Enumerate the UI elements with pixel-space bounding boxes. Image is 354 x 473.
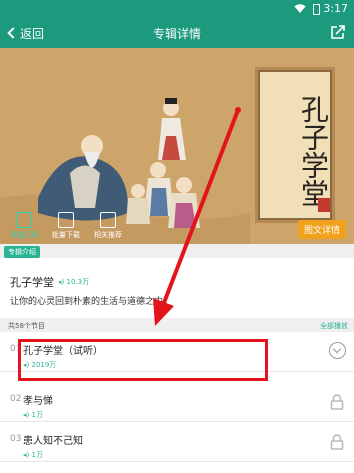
batch-download-label: 批量下载 (52, 231, 80, 239)
subscribe-label: 添加订阅 (10, 231, 38, 239)
play-all-button[interactable]: 全部播放 (320, 321, 348, 331)
battery-icon (313, 4, 320, 15)
album-cover-banner: 孔子学堂 图文详情 添加订阅 批量下载 相关推荐 (0, 48, 354, 244)
batch-download-button[interactable]: 批量下载 (48, 212, 84, 240)
episode-row[interactable]: 01 孔子学堂（试听） ◂) 2019万 (0, 334, 354, 372)
album-actions: 添加订阅 批量下载 相关推荐 (6, 212, 126, 240)
album-description: 让你的心灵回到朴素的生活与道德之中 (10, 297, 164, 307)
episode-number: 02 (10, 394, 22, 404)
episode-play-count-value: 1万 (31, 411, 43, 419)
related-recommend-button[interactable]: 相关推荐 (90, 212, 126, 240)
episode-title: 孔子学堂（试听） (23, 346, 103, 357)
scroll-title-panel: 孔子学堂 (258, 70, 332, 220)
episode-play-count-value: 2019万 (31, 361, 57, 369)
episode-number: 01 (10, 344, 22, 354)
episode-play-count-value: 1万 (31, 451, 43, 459)
subscribe-button[interactable]: 添加订阅 (6, 212, 42, 240)
section-tag: 专辑介绍 (4, 246, 40, 258)
image-text-detail-button[interactable]: 图文详情 (297, 220, 346, 239)
related-recommend-label: 相关推荐 (94, 231, 122, 239)
episode-play-count: ◂) 1万 (23, 411, 43, 419)
page-title: 专辑详情 (152, 27, 201, 41)
status-bar: 3:17 (0, 0, 354, 18)
episode-count: 共58个节目 (8, 322, 45, 330)
episode-row[interactable]: 02 孝与悌 ◂) 1万 (0, 384, 354, 422)
episode-row[interactable]: 03 患人知不己知 ◂) 1万 (0, 424, 354, 462)
seal-stamp (318, 198, 330, 212)
album-play-count-value: 10.3万 (66, 278, 90, 286)
lock-icon (330, 434, 344, 450)
intro-section-strip: 专辑介绍 (0, 244, 354, 258)
subscribe-icon (16, 212, 32, 228)
status-time: 3:17 (323, 2, 348, 15)
episode-play-count: ◂) 1万 (23, 451, 43, 459)
download-icon (58, 212, 74, 228)
title-bar: 返回 专辑详情 (0, 18, 354, 48)
episode-title: 孝与悌 (23, 396, 53, 407)
lock-icon (330, 394, 344, 410)
scroll-title: 孔子学堂 (297, 95, 330, 207)
share-icon[interactable] (330, 24, 346, 40)
chevron-down-icon[interactable] (329, 342, 346, 359)
wifi-icon (294, 4, 306, 13)
episode-play-count: ◂) 2019万 (23, 361, 57, 369)
recommend-icon (100, 212, 116, 228)
episode-list-header: 共58个节目 全部播放 (0, 318, 354, 332)
album-play-count: ◂) 10.3万 (58, 278, 90, 286)
episode-number: 03 (10, 434, 22, 444)
album-title: 孔子学堂 (10, 276, 54, 289)
episode-title: 患人知不己知 (23, 436, 83, 447)
